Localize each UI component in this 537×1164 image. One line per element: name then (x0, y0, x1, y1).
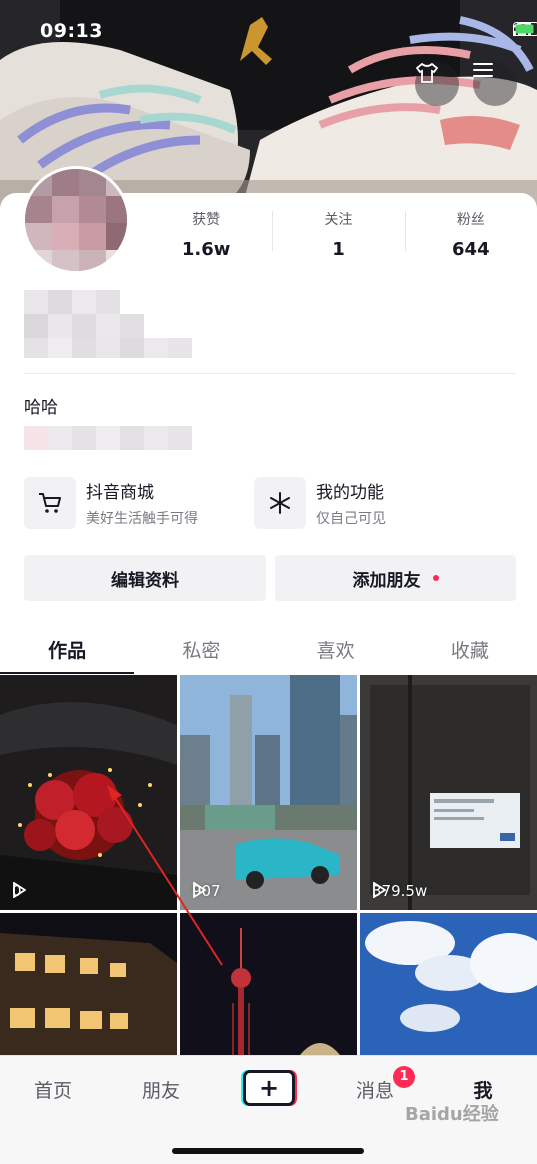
stat-followers[interactable]: 粉丝 644 (404, 207, 537, 260)
feature-my-functions[interactable]: 我的功能 仅自己可见 (254, 476, 386, 530)
home-indicator (172, 1148, 364, 1154)
tab-favorites[interactable]: 收藏 (403, 620, 537, 674)
video-grid: 0 907 379.5w (0, 675, 537, 1055)
stat-value: 1 (332, 239, 345, 260)
divider (24, 373, 516, 374)
nav-home[interactable]: 首页 (8, 1076, 98, 1103)
edit-profile-label: 编辑资料 (111, 570, 179, 591)
status-time: 09:13 (40, 20, 103, 42)
add-friends-label: 添加朋友 (352, 570, 421, 591)
feature-subtitle: 仅自己可见 (316, 511, 386, 527)
annotation-arrow (107, 785, 223, 966)
tab-works[interactable]: 作品 (0, 620, 135, 674)
edit-profile-button[interactable]: 编辑资料 (24, 555, 266, 601)
messages-badge: 1 (393, 1066, 415, 1088)
blurred-bio (24, 426, 192, 450)
menu-button[interactable] (473, 62, 517, 106)
notification-dot (432, 575, 439, 581)
closet-button[interactable] (415, 62, 459, 106)
add-video-button[interactable]: + (243, 1070, 295, 1106)
stat-following[interactable]: 关注 1 (272, 207, 404, 260)
watermark: Baidu经验 (405, 1104, 499, 1125)
tab-private[interactable]: 私密 (134, 620, 268, 674)
avatar[interactable] (22, 166, 130, 274)
blurred-username (24, 290, 192, 358)
nav-me[interactable]: 我 (438, 1076, 528, 1103)
asterisk-icon (270, 492, 290, 514)
stat-value: 644 (452, 239, 490, 260)
status-bar: 09:13 (0, 0, 537, 60)
stat-value: 1.6w (181, 239, 231, 260)
stat-label: 获赞 (192, 212, 221, 228)
content-tabs: 作品 私密 喜欢 收藏 (0, 620, 537, 674)
feature-subtitle: 美好生活触手可得 (86, 511, 198, 527)
battery-icon (513, 22, 537, 36)
cart-icon-box (24, 477, 76, 529)
profile-stats: 获赞 1.6w 关注 1 粉丝 644 (140, 207, 537, 260)
nav-friends[interactable]: 朋友 (116, 1076, 206, 1103)
add-friends-button[interactable]: 添加朋友 (275, 555, 516, 601)
asterisk-icon-box (254, 477, 306, 529)
tab-likes[interactable]: 喜欢 (269, 620, 403, 674)
feature-mall[interactable]: 抖音商城 美好生活触手可得 (24, 476, 198, 530)
bio-title: 哈哈 (24, 398, 58, 418)
plus-icon: + (258, 1074, 280, 1102)
menu-icon (473, 63, 493, 77)
shirt-icon (415, 62, 439, 83)
stat-label: 粉丝 (456, 212, 485, 228)
feature-title: 抖音商城 (86, 483, 154, 503)
stat-likes[interactable]: 获赞 1.6w (140, 207, 272, 260)
feature-title: 我的功能 (316, 483, 384, 503)
stat-label: 关注 (324, 212, 353, 228)
cart-icon (39, 493, 61, 513)
